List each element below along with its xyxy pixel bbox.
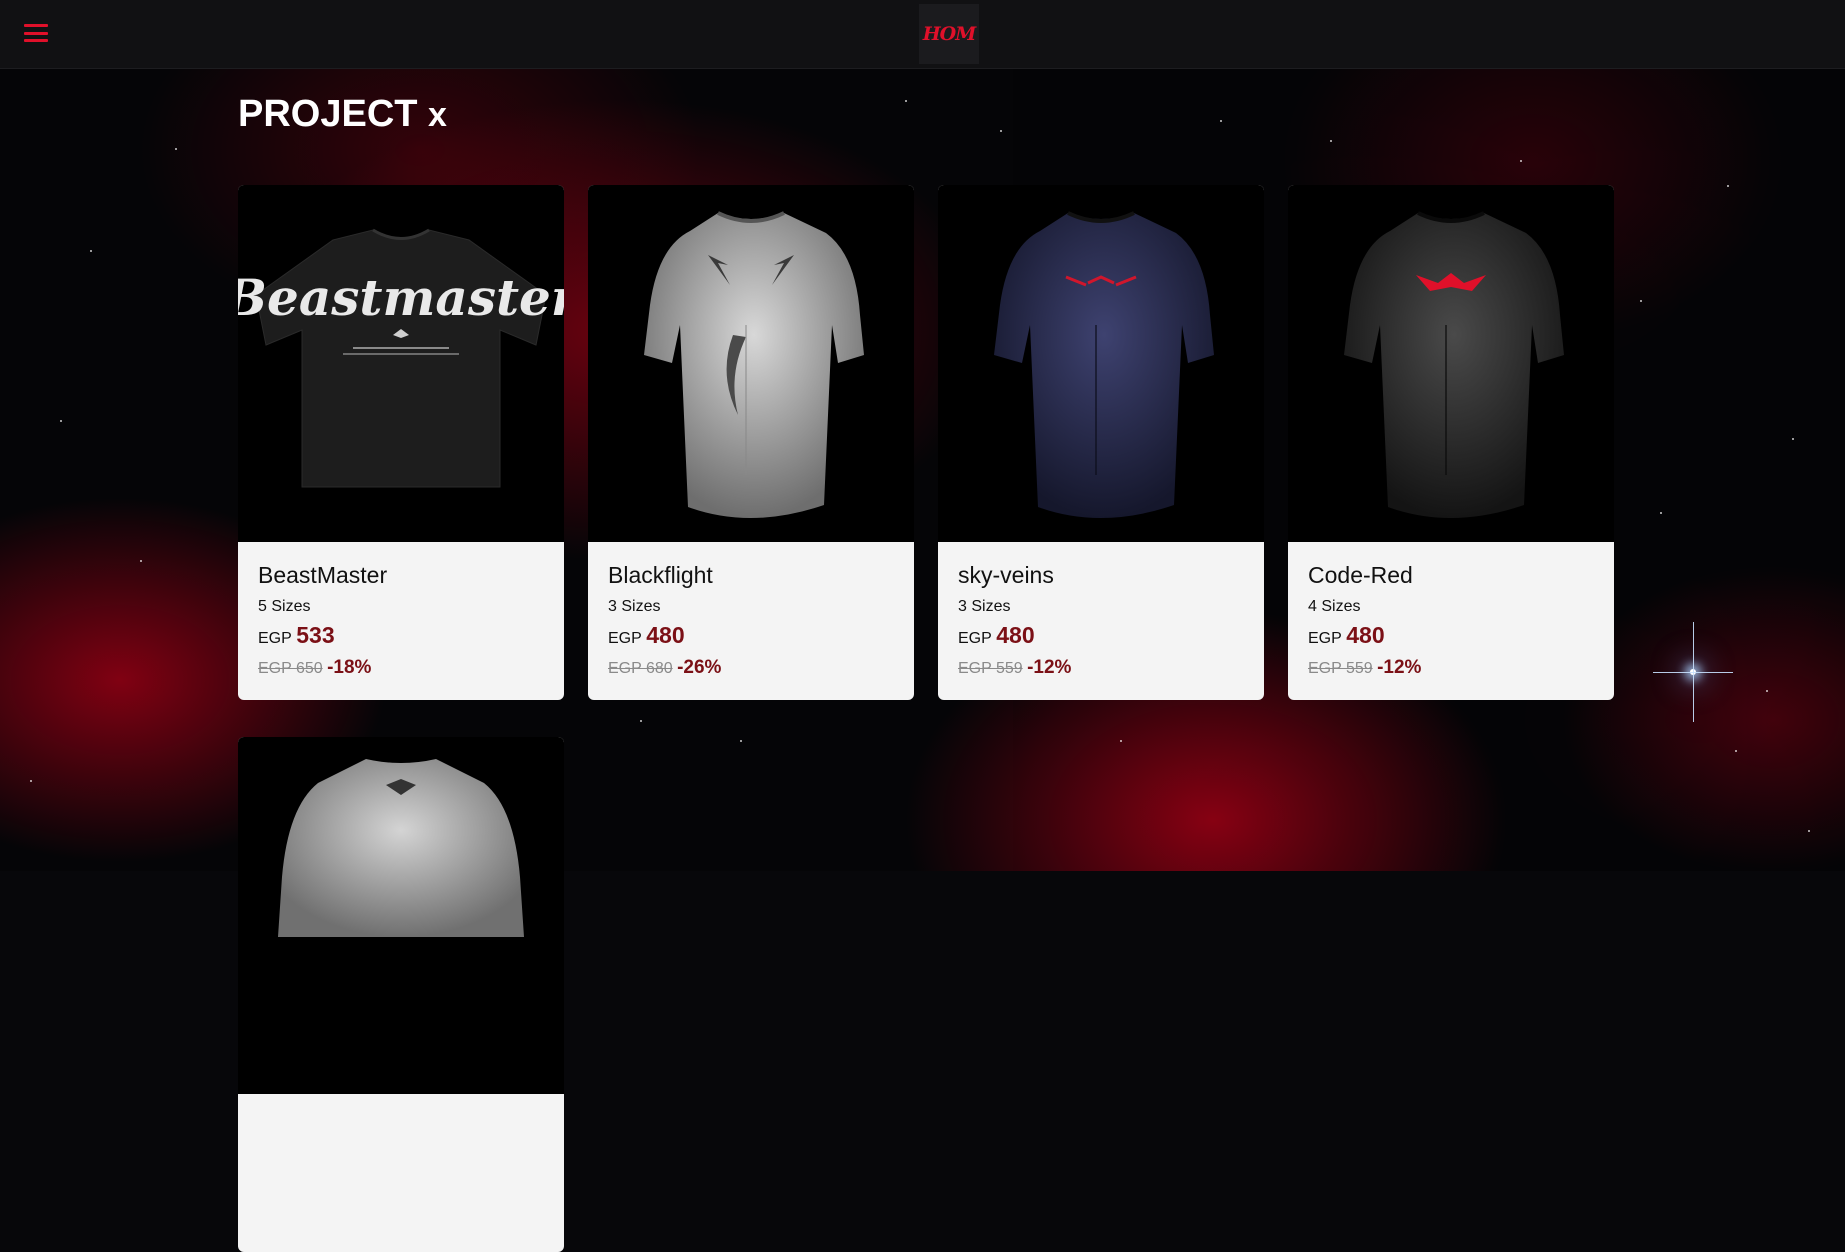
product-old-price: EGP 559 -12% [1308, 657, 1421, 679]
compression-shirt-icon [1344, 211, 1564, 519]
page-title-suffix: x [428, 96, 447, 134]
product-name[interactable]: Code-Red [1308, 562, 1413, 589]
product-old-price: EGP 680 -26% [608, 657, 721, 679]
page-title: PROJECT x [238, 90, 447, 139]
product-name[interactable]: BeastMaster [258, 562, 387, 589]
product-card-blackflight[interactable]: Blackflight 3 Sizes EGP 480 EGP 680 -26% [588, 185, 914, 700]
top-navbar: HOM [0, 0, 1845, 69]
shirt-print-text: Beastmaster [238, 268, 564, 327]
product-sizes: 5 Sizes [258, 598, 311, 615]
product-old-price: EGP 650 -18% [258, 657, 371, 679]
product-image[interactable] [1288, 185, 1614, 542]
product-price: EGP 480 [958, 622, 1035, 649]
price-value: 480 [646, 622, 685, 648]
price-currency: EGP [1308, 630, 1342, 647]
price-value: 480 [996, 622, 1035, 648]
price-currency: EGP [608, 630, 642, 647]
product-image[interactable] [588, 185, 914, 542]
product-old-price: EGP 559 -12% [958, 657, 1071, 679]
price-value: 480 [1346, 622, 1385, 648]
page-title-text: PROJECT [238, 93, 418, 135]
product-sizes: 3 Sizes [958, 598, 1011, 615]
product-image[interactable]: Beastmaster [238, 185, 564, 542]
product-sizes: 4 Sizes [1308, 598, 1361, 615]
price-currency: EGP [258, 630, 292, 647]
hamburger-menu-icon[interactable] [24, 22, 48, 44]
product-price: EGP 480 [1308, 622, 1385, 649]
logo-text: HOM [922, 23, 977, 45]
product-card-5[interactable] [238, 737, 564, 1252]
discount-badge: -26% [677, 657, 722, 678]
original-price: EGP 650 [258, 660, 323, 677]
product-image[interactable] [938, 185, 1264, 542]
product-card-beastmaster[interactable]: Beastmaster BeastMaster 5 Sizes EGP 533 … [238, 185, 564, 700]
product-sizes: 3 Sizes [608, 598, 661, 615]
product-image[interactable] [238, 737, 564, 1094]
product-card-sky-veins[interactable]: sky-veins 3 Sizes EGP 480 EGP 559 -12% [938, 185, 1264, 700]
original-price: EGP 559 [1308, 660, 1373, 677]
product-name[interactable]: sky-veins [958, 562, 1054, 589]
compression-shirt-icon [644, 211, 864, 519]
original-price: EGP 559 [958, 660, 1023, 677]
discount-badge: -18% [327, 657, 372, 678]
compression-shirt-icon [994, 211, 1214, 519]
discount-badge: -12% [1377, 657, 1422, 678]
price-currency: EGP [958, 630, 992, 647]
product-card-code-red[interactable]: Code-Red 4 Sizes EGP 480 EGP 559 -12% [1288, 185, 1614, 700]
compression-shirt-back-icon [278, 759, 524, 937]
oversized-tshirt-print-icon: Beastmaster [238, 228, 564, 488]
brand-logo[interactable]: HOM [919, 4, 979, 64]
product-price: EGP 533 [258, 622, 335, 649]
product-price: EGP 480 [608, 622, 685, 649]
original-price: EGP 680 [608, 660, 673, 677]
price-value: 533 [296, 622, 335, 648]
discount-badge: -12% [1027, 657, 1072, 678]
product-name[interactable]: Blackflight [608, 562, 713, 589]
star-flare [1653, 622, 1733, 722]
